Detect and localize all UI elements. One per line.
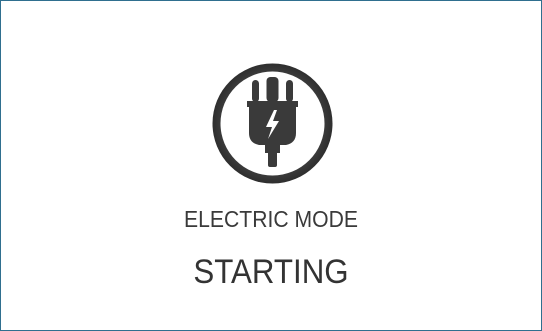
electric-mode-screen: ELECTRIC MODE STARTING — [0, 0, 542, 331]
mode-label: ELECTRIC MODE — [183, 206, 358, 232]
status-label: STARTING — [193, 253, 349, 291]
electric-plug-icon — [212, 63, 333, 184]
